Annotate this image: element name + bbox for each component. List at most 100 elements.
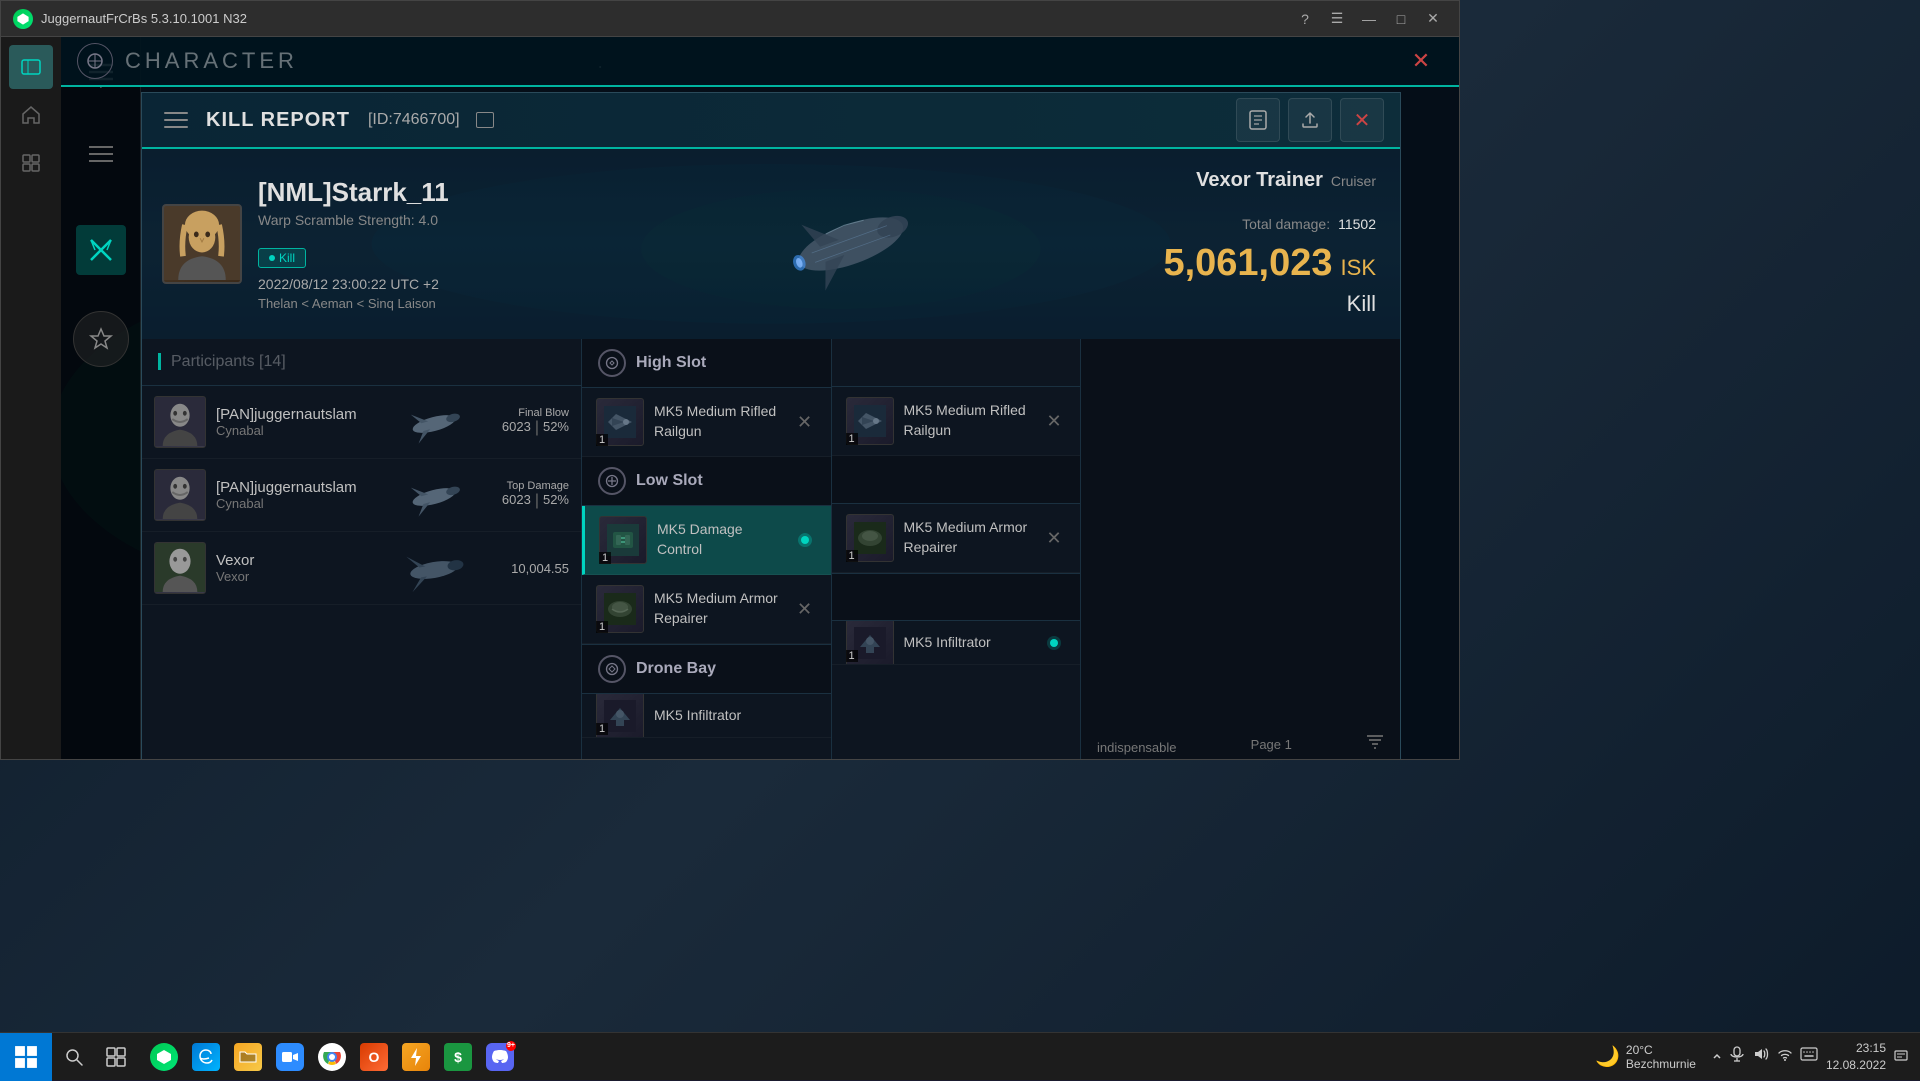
header-character-label: CHARACTER: [125, 48, 298, 74]
participant-info-1: [PAN]juggernautslam Cynabal: [216, 406, 389, 438]
bluestacks-window: JuggernautFrCrBs 5.3.10.1001 N32 ? ☰ — □…: [0, 0, 1460, 760]
ship-class: Cruiser: [1331, 173, 1376, 189]
kr-close-button[interactable]: ✕: [1340, 98, 1384, 142]
low-slot-item-2[interactable]: 1 MK5 Medium Armor Repairer ✕: [582, 575, 831, 644]
copy-id-button[interactable]: [476, 112, 494, 128]
participant-item-3[interactable]: Vexor Vexor: [142, 532, 581, 605]
participant-avatar-1: [154, 396, 206, 448]
volume-icon[interactable]: [1752, 1045, 1770, 1068]
taskbar-lightning[interactable]: [396, 1037, 436, 1077]
participant-badge-2: Top Damage: [469, 480, 569, 492]
high-slot-remove-1[interactable]: ✕: [793, 410, 817, 434]
high-slot-item-1[interactable]: 1 MK5 Medium Rifled Railgun ✕: [582, 388, 831, 457]
kill-badge: Kill: [258, 248, 306, 268]
participant-corp-3: Vexor: [216, 569, 389, 584]
keyboard-icon[interactable]: [1800, 1047, 1818, 1066]
low-slot-right-count-1: 1: [846, 550, 858, 562]
taskbar-finance[interactable]: $: [438, 1037, 478, 1077]
low-slot-header: Low Slot: [582, 457, 831, 506]
high-slot-right-name-1: MK5 Medium Rifled Railgun: [904, 401, 1033, 440]
low-slot-action-1[interactable]: [793, 528, 817, 552]
participant-damage-2: 6023: [502, 492, 531, 510]
taskbar-task-view[interactable]: [96, 1037, 136, 1077]
taskbar-explorer[interactable]: [228, 1037, 268, 1077]
help-button[interactable]: ?: [1291, 5, 1319, 33]
start-button[interactable]: [0, 1033, 52, 1081]
microphone-icon[interactable]: [1728, 1045, 1746, 1068]
victim-warp-scramble: Warp Scramble Strength: 4.0: [258, 212, 562, 228]
notification-center[interactable]: [1894, 1048, 1908, 1065]
bs-icon-home[interactable]: [9, 93, 53, 137]
page-indicator: Page 1: [1251, 737, 1292, 752]
low-slot-item-1[interactable]: 1 MK5 Damage Control: [582, 506, 831, 575]
high-slot-right-remove-1[interactable]: ✕: [1042, 409, 1066, 433]
clock-date: 12.08.2022: [1826, 1057, 1886, 1074]
low-slot-count-1: 1: [599, 552, 611, 564]
total-damage-value: 11502: [1338, 216, 1376, 232]
taskbar-chrome[interactable]: [312, 1037, 352, 1077]
drone-right-action-1[interactable]: [1042, 631, 1066, 655]
wifi-icon[interactable]: [1776, 1045, 1794, 1068]
kr-info-section: [NML]Starrk_11 Warp Scramble Strength: 4…: [142, 149, 1400, 339]
participants-header: Participants [14]: [142, 339, 581, 386]
kr-notes-button[interactable]: [1236, 98, 1280, 142]
taskbar-zoom[interactable]: [270, 1037, 310, 1077]
participant-ship-3: [399, 548, 459, 588]
left-sidebar: [61, 37, 141, 759]
low-slot-remove-2[interactable]: ✕: [793, 597, 817, 621]
kr-export-button[interactable]: [1288, 98, 1332, 142]
sidebar-icon-combat[interactable]: [76, 225, 126, 275]
participant-damage-3: 10,004.55: [469, 561, 569, 576]
participant-badge-1: Final Blow: [469, 407, 569, 419]
filter-icon[interactable]: [1366, 734, 1384, 755]
participant-ship-1: [399, 402, 459, 442]
participants-title: Participants [14]: [158, 353, 286, 370]
high-slot-count-1: 1: [596, 434, 608, 446]
bs-icon-game[interactable]: [9, 45, 53, 89]
participant-corp-2: Cynabal: [216, 496, 389, 511]
taskbar-apps: O $: [136, 1037, 528, 1077]
participants-panel: Participants [14]: [142, 339, 582, 759]
taskbar-office[interactable]: O: [354, 1037, 394, 1077]
low-slot-right-item-1[interactable]: 1 MK5 Medium Armor Repairer ✕: [832, 504, 1081, 573]
ship-type: Vexor Trainer: [1196, 169, 1323, 192]
game-area: CHARACTER ✕: [1, 37, 1459, 759]
high-slot-icon: [598, 349, 626, 377]
sys-tray-expand[interactable]: [1712, 1048, 1722, 1066]
low-slot-count-2: 1: [596, 621, 608, 633]
kr-actions: ✕: [1236, 98, 1384, 142]
taskbar-search[interactable]: [52, 1033, 96, 1081]
drone-bay-item-1[interactable]: 1 MK5 Infiltrator: [582, 694, 831, 738]
menu-button[interactable]: ☰: [1323, 5, 1351, 33]
participant-pct-2: 52%: [543, 492, 569, 510]
sidebar-icon-rank[interactable]: [73, 311, 129, 367]
taskbar-edge[interactable]: [186, 1037, 226, 1077]
drone-bay-section: Drone Bay: [582, 644, 831, 738]
taskbar-discord[interactable]: 9+: [480, 1037, 520, 1077]
app-logo: [13, 9, 33, 29]
high-slot-item-right-1[interactable]: 1 MK5 Medium Rifled Railgun ✕: [832, 387, 1081, 456]
fittings-col-right: 1 MK5 Medium Rifled Railgun ✕: [832, 339, 1081, 759]
low-slot-right-remove-1[interactable]: ✕: [1042, 526, 1066, 550]
victim-name: [NML]Starrk_11: [258, 177, 562, 208]
participant-name-1: [PAN]juggernautslam: [216, 406, 389, 423]
participant-ship-2: [399, 475, 459, 515]
low-slot-icon: [598, 467, 626, 495]
victim-avatar: [162, 204, 242, 284]
sidebar-menu-2[interactable]: [76, 129, 126, 179]
maximize-button[interactable]: □: [1387, 5, 1415, 33]
participant-item[interactable]: [PAN]juggernautslam Cynabal: [142, 386, 581, 459]
bs-icon-apps[interactable]: [9, 141, 53, 185]
game-close-button[interactable]: ✕: [1399, 39, 1443, 83]
participant-item-2[interactable]: [PAN]juggernautslam Cynabal: [142, 459, 581, 532]
taskbar-time-display[interactable]: 23:15 12.08.2022: [1826, 1040, 1886, 1074]
high-slot-label: High Slot: [636, 354, 706, 372]
low-slot-label: Low Slot: [636, 472, 703, 490]
close-window-button[interactable]: ✕: [1419, 5, 1447, 33]
minimize-button[interactable]: —: [1355, 5, 1383, 33]
kr-menu-button[interactable]: [158, 102, 194, 138]
participant-name-3: Vexor: [216, 552, 389, 569]
drone-bay-right-item-1[interactable]: 1 MK5 Infiltrator: [832, 621, 1081, 665]
taskbar-bluestacks[interactable]: [144, 1037, 184, 1077]
kr-id: [ID:7466700]: [368, 111, 460, 129]
